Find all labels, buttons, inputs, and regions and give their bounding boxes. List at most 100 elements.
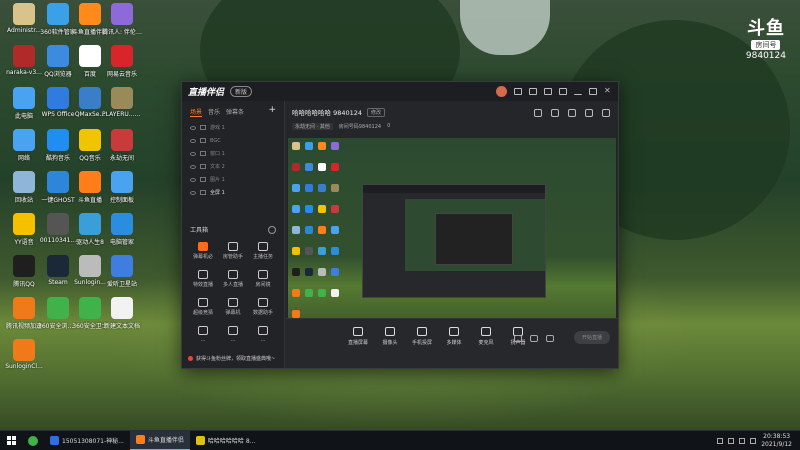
desktop-icon-label: 永劫无间 — [109, 155, 134, 162]
capture-control-button[interactable]: 直播屏幕 — [348, 327, 368, 346]
tool-label: 超级竞猜 — [192, 310, 213, 316]
tool-button[interactable]: 数据助手 — [248, 298, 278, 316]
network-icon[interactable] — [728, 437, 735, 444]
source-label: 窗口 1 — [210, 151, 225, 157]
douyu-companion-window: 直播伴侣 新版 ✕ 场景 音乐 弹幕条 + 游戏 1 BGC 窗口 1 文本 2 图片 … — [181, 81, 619, 369]
tool-button[interactable]: 房管助手 — [218, 242, 248, 260]
source-item[interactable]: 窗口 1 — [182, 147, 284, 160]
app-icon — [13, 297, 35, 319]
go-live-button[interactable]: 开始直播 — [574, 331, 610, 344]
stream-preview[interactable] — [288, 138, 616, 336]
tab-music[interactable]: 音乐 — [208, 107, 220, 117]
visibility-icon[interactable] — [190, 125, 196, 130]
gear-icon[interactable] — [546, 335, 554, 342]
version-badge[interactable]: 新版 — [230, 86, 253, 97]
visibility-icon[interactable] — [190, 151, 196, 156]
app-brand: 直播伴侣 — [188, 88, 225, 98]
preview-desktop-icon — [292, 268, 300, 276]
tool-icon — [198, 242, 208, 251]
visibility-icon[interactable] — [190, 177, 196, 182]
tool-button[interactable]: 超级竞猜 — [188, 298, 218, 316]
capture-control-button[interactable]: 手机投屏 — [412, 327, 432, 346]
mail-icon[interactable] — [529, 88, 537, 95]
lock-icon[interactable] — [551, 109, 559, 117]
source-label: 游戏 1 — [210, 125, 225, 131]
source-item[interactable]: 全屏 1 — [182, 186, 284, 199]
message-icon[interactable] — [514, 88, 522, 95]
tool-icon — [258, 270, 268, 279]
taskbar-app[interactable]: 哈哈哈哈哈哈 8... — [190, 431, 261, 450]
tool-button[interactable]: 多人直播 — [218, 270, 248, 288]
effects-icon[interactable] — [530, 335, 538, 342]
share-icon[interactable] — [602, 109, 610, 117]
menu-icon[interactable] — [559, 88, 567, 95]
tool-icon — [258, 242, 268, 251]
toolbox-settings-icon[interactable] — [268, 225, 276, 234]
desktop-icon[interactable]: 爱听卫星站 — [102, 255, 142, 288]
taskbar-app[interactable]: 15051308071-神秘... — [44, 431, 130, 450]
tray-up-icon[interactable] — [717, 437, 724, 444]
app-icon — [111, 129, 133, 151]
control-label: 麦克风 — [478, 340, 494, 346]
tool-button[interactable]: ... — [218, 326, 248, 343]
fans-count: 0 — [387, 123, 391, 129]
start-button[interactable] — [0, 431, 22, 450]
avatar[interactable] — [496, 86, 507, 97]
room-label: 房间号 — [751, 40, 781, 50]
preview-desktop-icon — [292, 289, 300, 297]
minimize-icon[interactable] — [574, 88, 582, 95]
capture-control-button[interactable]: 摄像头 — [380, 327, 400, 346]
clock[interactable]: 20:38:53 2021/9/12 — [761, 433, 792, 449]
volume-icon[interactable] — [739, 437, 746, 444]
gift-icon[interactable] — [534, 109, 542, 117]
capture-control-button[interactable]: 麦克风 — [476, 327, 496, 346]
source-label: 全屏 1 — [210, 190, 225, 196]
source-item[interactable]: BGC — [182, 134, 284, 147]
tool-button[interactable]: 房间镜 — [248, 270, 278, 288]
category-selector[interactable]: 永劫无间 · 其他 — [292, 123, 333, 130]
visibility-icon[interactable] — [190, 138, 196, 143]
source-item[interactable]: 图片 1 — [182, 173, 284, 186]
desktop-icon[interactable]: PLAYERU... BATTLEGR... — [102, 87, 142, 118]
taskbar-browser-button[interactable] — [22, 431, 44, 450]
desktop-icon-label: 新建文本文档 — [103, 323, 140, 330]
control-label: 直播屏幕 — [348, 340, 369, 346]
source-item[interactable]: 游戏 1 — [182, 121, 284, 134]
settings-icon[interactable] — [544, 88, 552, 95]
tool-button[interactable]: 特效直播 — [188, 270, 218, 288]
tool-button[interactable]: ... — [248, 326, 278, 343]
visibility-icon[interactable] — [190, 164, 196, 169]
clock-date: 2021/9/12 — [761, 440, 792, 448]
desktop-icon[interactable]: 网易云音乐 — [102, 45, 142, 78]
tool-button[interactable]: 主播任务 — [248, 242, 278, 260]
desktop-icon[interactable]: 控制面板 — [102, 171, 142, 204]
desktop-icon-label: 腾讯人: 伴伦视频 — [102, 29, 142, 36]
maximize-icon[interactable] — [589, 88, 597, 95]
visibility-icon[interactable] — [190, 190, 196, 195]
promo-banner[interactable]: 获得斗鱼粉丝牌，领取直播盛典哦~ — [188, 355, 275, 362]
tool-label: 弹幕机 — [225, 310, 241, 316]
desktop-icon[interactable]: SunloginCl... — [4, 339, 44, 370]
desktop-icon[interactable]: 新建文本文档 — [102, 297, 142, 330]
tab-danmu[interactable]: 弹幕条 — [226, 107, 244, 117]
record-icon[interactable] — [568, 109, 576, 117]
source-item[interactable]: 文本 2 — [182, 160, 284, 173]
desktop-icon[interactable]: 腾讯人: 伴伦视频 — [102, 3, 142, 36]
tab-scene[interactable]: 场景 — [190, 107, 203, 117]
window-titlebar[interactable]: 直播伴侣 新版 ✕ — [182, 82, 618, 101]
app-icon — [13, 45, 35, 67]
taskbar-app[interactable]: 斗鱼直播伴侣 — [129, 430, 190, 450]
edit-title-button[interactable]: 修改 — [367, 107, 386, 117]
desktop-icon[interactable]: 电脑管家 — [102, 213, 142, 246]
source-type-icon — [200, 177, 206, 182]
capture-control-button[interactable]: 多媒体 — [444, 327, 464, 346]
close-icon[interactable]: ✕ — [604, 87, 612, 95]
camera-icon[interactable] — [514, 335, 522, 342]
tool-button[interactable]: ... — [188, 326, 218, 343]
tool-button[interactable]: 弹幕机必 — [188, 242, 218, 260]
bell-icon[interactable] — [585, 109, 593, 117]
desktop-icon[interactable]: 永劫无间 — [102, 129, 142, 162]
tool-button[interactable]: 弹幕机 — [218, 298, 248, 316]
add-source-icon[interactable]: + — [268, 106, 276, 117]
ime-icon[interactable] — [750, 437, 757, 444]
